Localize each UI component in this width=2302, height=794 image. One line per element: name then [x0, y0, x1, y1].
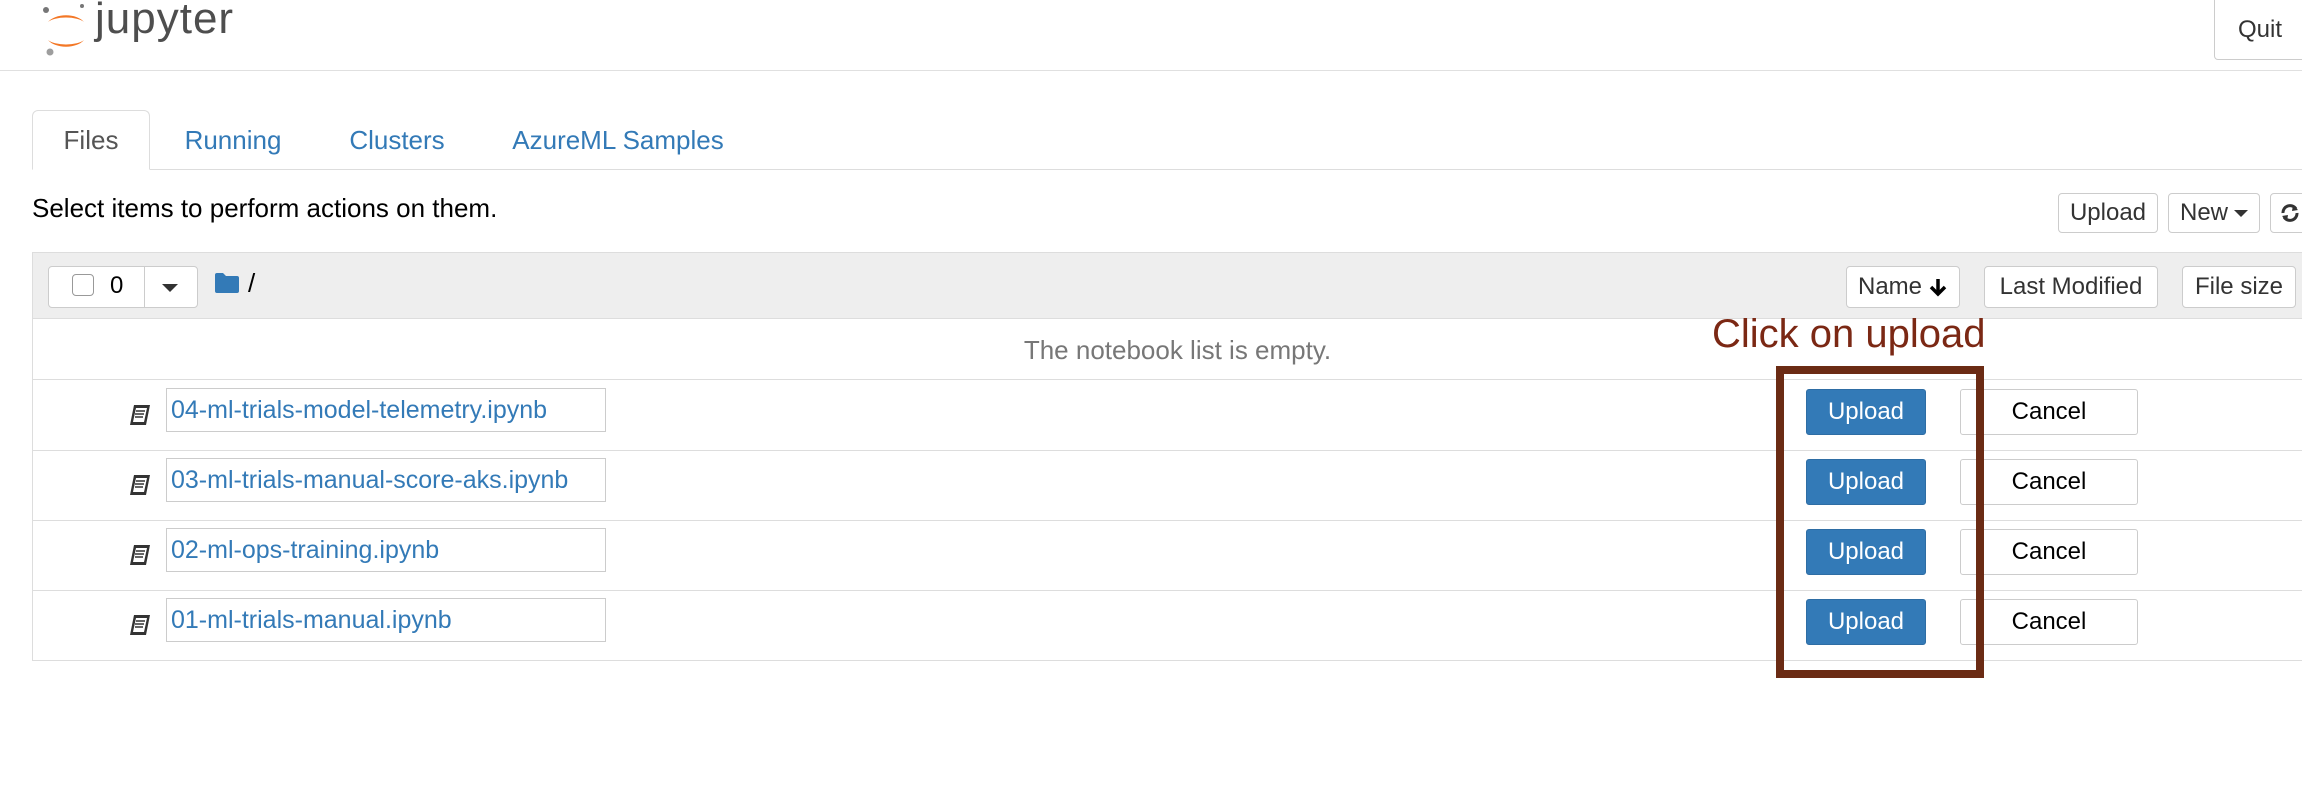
breadcrumb-root[interactable]: /: [248, 268, 255, 299]
select-divider: [144, 267, 145, 307]
cancel-upload-button[interactable]: Cancel: [1960, 389, 2138, 435]
annotation-label: Click on upload: [1712, 312, 1986, 356]
notebook-icon: [130, 545, 150, 565]
refresh-icon: [2281, 204, 2299, 222]
cancel-upload-button[interactable]: Cancel: [1960, 599, 2138, 645]
filename-input[interactable]: 02-ml-ops-training.ipynb: [166, 528, 606, 572]
selected-count: 0: [110, 272, 124, 299]
jupyter-logo-icon: [43, 4, 84, 56]
sort-by-size-button[interactable]: File size: [2182, 266, 2296, 308]
cancel-upload-button[interactable]: Cancel: [1960, 459, 2138, 505]
caret-down-icon: [2234, 209, 2248, 217]
quit-button[interactable]: Quit: [2214, 0, 2302, 60]
toolbar-upload-button[interactable]: Upload: [2058, 193, 2158, 233]
tab-running[interactable]: Running: [170, 110, 296, 170]
notebook-icon: [130, 475, 150, 495]
list-header: [33, 253, 2302, 319]
select-all-checkbox[interactable]: [72, 274, 94, 296]
refresh-button[interactable]: [2270, 193, 2302, 233]
filename-input[interactable]: 04-ml-trials-model-telemetry.ipynb: [166, 388, 606, 432]
logo-text: jupyter: [95, 0, 235, 43]
filename-input[interactable]: 01-ml-trials-manual.ipynb: [166, 598, 606, 642]
header-divider: [0, 70, 2302, 71]
sort-by-modified-button[interactable]: Last Modified: [1984, 266, 2158, 308]
tab-clusters[interactable]: Clusters: [336, 110, 458, 170]
helper-text: Select items to perform actions on them.: [32, 193, 498, 223]
sort-name-label: Name: [1857, 273, 1923, 300]
select-menu-caret-icon[interactable]: [162, 284, 178, 292]
folder-icon[interactable]: [214, 272, 240, 294]
arrow-down-icon: [1929, 279, 1947, 297]
filename-input[interactable]: 03-ml-trials-manual-score-aks.ipynb: [166, 458, 606, 502]
tab-files[interactable]: Files: [32, 110, 150, 170]
notebook-icon: [130, 615, 150, 635]
new-dropdown-button[interactable]: New: [2168, 193, 2260, 233]
cancel-upload-button[interactable]: Cancel: [1960, 529, 2138, 575]
annotation-highlight-box: [1776, 366, 1984, 678]
notebook-icon: [130, 405, 150, 425]
new-label: New: [2179, 199, 2228, 226]
tab-azureml-samples[interactable]: AzureML Samples: [504, 110, 732, 170]
sort-by-name-button[interactable]: Name: [1846, 266, 1960, 308]
